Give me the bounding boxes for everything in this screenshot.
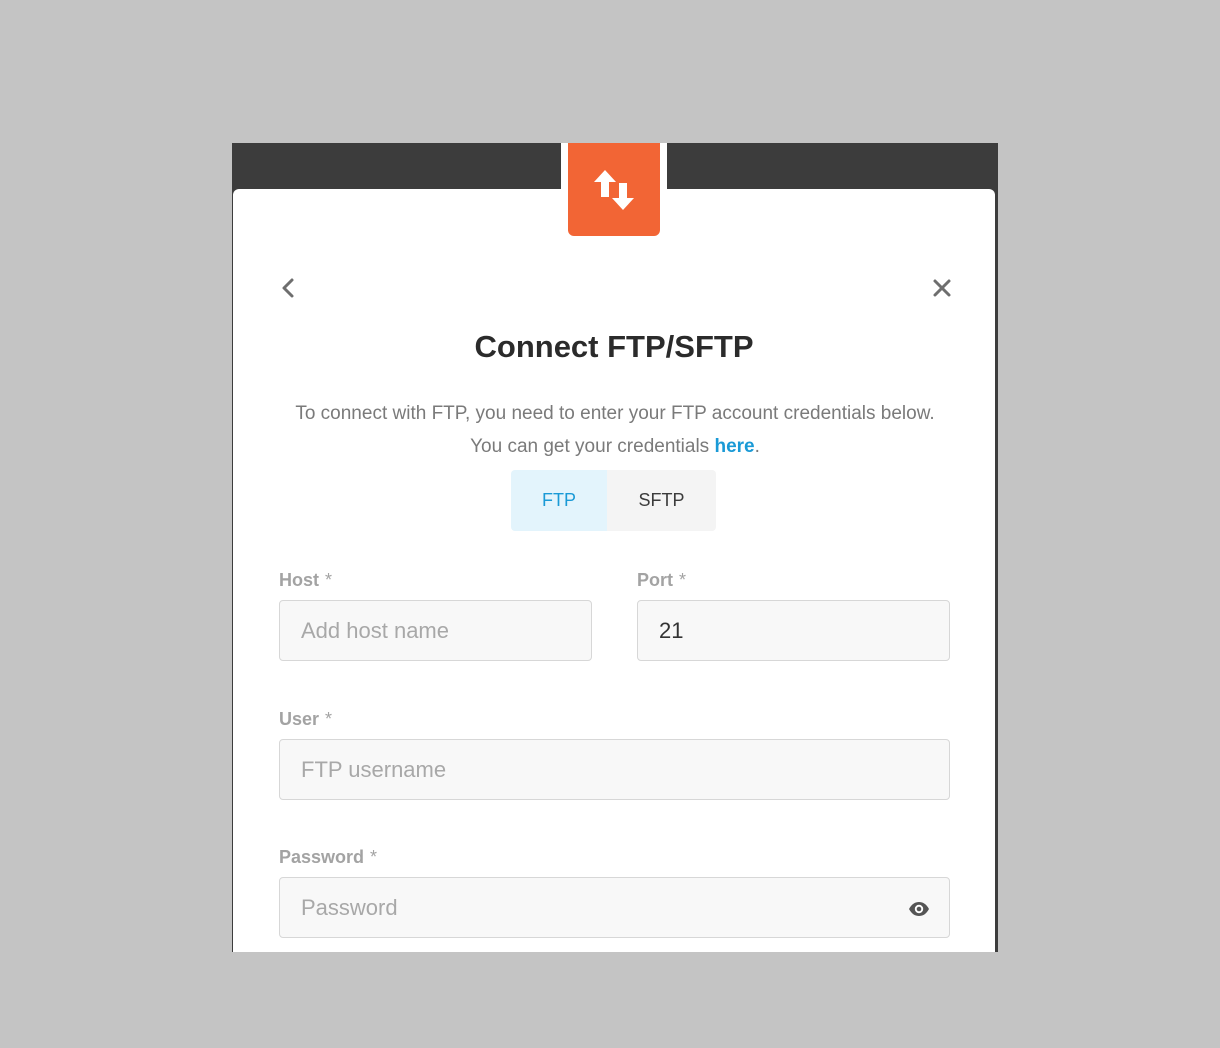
back-button[interactable] [276,276,300,300]
host-input[interactable] [279,600,592,661]
port-required-mark: * [679,570,687,590]
host-label-text: Host [279,570,319,590]
app-logo [568,143,660,236]
password-label-text: Password [279,847,365,867]
toggle-password-visibility-button[interactable] [908,898,930,920]
tab-ftp[interactable]: FTP [511,470,607,531]
close-button[interactable] [930,276,954,300]
eye-icon [909,902,929,916]
dialog-title: Connect FTP/SFTP [474,329,754,364]
host-label: Host * [279,570,332,591]
password-input[interactable] [279,877,950,938]
description-end: . [754,436,760,457]
port-input[interactable] [637,600,950,661]
tab-sftp[interactable]: SFTP [607,470,716,531]
app-frame: Connect FTP/SFTP To connect with FTP, yo… [232,143,998,952]
port-label-text: Port [637,570,673,590]
transfer-arrows-icon [594,169,634,210]
port-label: Port * [637,570,686,591]
protocol-tabs: FTP SFTP [511,470,716,531]
description-text: To connect with FTP, you need to enter y… [295,403,935,457]
user-input[interactable] [279,739,950,800]
credentials-link[interactable]: here [714,436,754,457]
connect-dialog: Connect FTP/SFTP To connect with FTP, yo… [233,189,995,952]
user-required-mark: * [325,709,333,729]
password-required-mark: * [370,847,378,867]
host-required-mark: * [325,570,333,590]
user-label-text: User [279,709,320,729]
chevron-left-icon [282,278,294,298]
password-label: Password * [279,847,377,868]
close-icon [933,279,951,297]
user-label: User * [279,709,332,730]
dialog-description: To connect with FTP, you need to enter y… [279,397,951,463]
